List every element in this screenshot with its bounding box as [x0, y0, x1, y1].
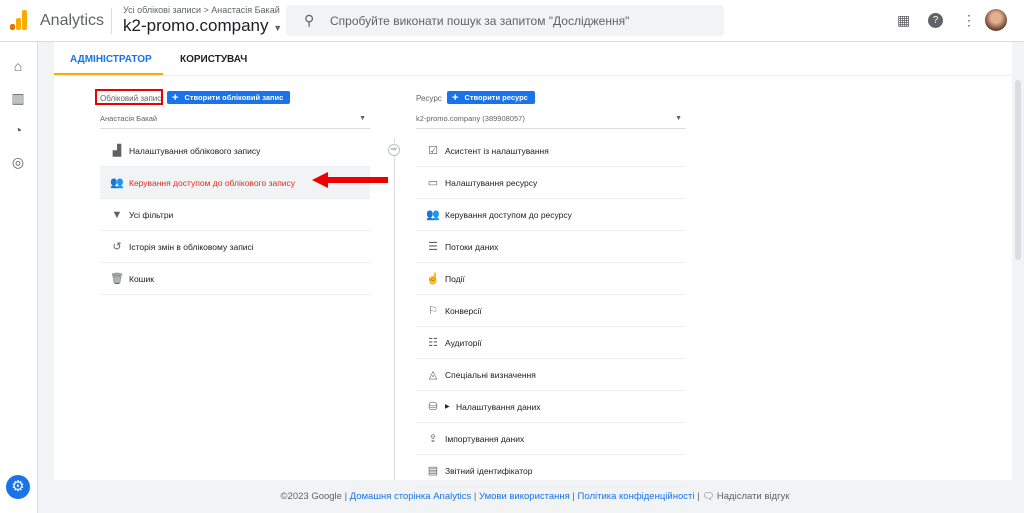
tab-user[interactable]: КОРИСТУВАЧ	[180, 54, 247, 65]
search-icon: ⚲	[304, 12, 315, 28]
people-icon: 👥	[426, 209, 440, 221]
menu-item[interactable]: ☷ Аудиторії	[416, 327, 686, 359]
explore-icon[interactable]: ◔	[10, 122, 26, 138]
menu-item-label: Асистент із налаштування	[445, 146, 549, 156]
menu-item-label: Аудиторії	[445, 338, 482, 348]
database-icon: ⛁	[428, 401, 438, 413]
menu-item-label: Кошик	[129, 274, 154, 284]
history-icon: ↺	[112, 241, 122, 253]
menu-item[interactable]: ▤ Звітний ідентифікатор	[416, 455, 686, 487]
menu-item[interactable]: ▭ Налаштування ресурсу	[416, 167, 686, 199]
expand-icon[interactable]: ▶	[445, 391, 450, 423]
menu-item[interactable]: ☰ Потоки даних	[416, 231, 686, 263]
touch-icon: ☝	[426, 273, 440, 285]
menu-item[interactable]: ⇪ Імпортування даних	[416, 423, 686, 455]
help-icon[interactable]: ?	[928, 13, 943, 28]
breadcrumb[interactable]: Усі облікові записи > Анастасія Бакай	[123, 5, 280, 15]
flag-icon: ⚐	[428, 305, 438, 317]
building-icon: ▟	[112, 145, 122, 157]
menu-item-label: Усі фільтри	[129, 210, 174, 220]
menu-item[interactable]: 🗑 Кошик	[100, 263, 370, 295]
annotation-arrow	[312, 172, 388, 188]
privacy-link[interactable]: Політика конфіденційності	[578, 491, 695, 502]
more-vert-icon[interactable]: ⋮	[962, 12, 976, 29]
create-property-label: Створити ресурс	[464, 93, 528, 102]
filter-icon: ▼	[111, 209, 123, 221]
menu-item-label: Керування доступом до облікового запису	[129, 178, 296, 188]
streams-icon: ☰	[428, 241, 438, 253]
upload-icon: ⇪	[428, 433, 438, 445]
collapse-toggle-icon[interactable]: ⇨	[388, 144, 400, 156]
scrollbar[interactable]	[1015, 80, 1021, 260]
app-name: Analytics	[40, 12, 105, 29]
create-property-button[interactable]: + Створити ресурс	[447, 91, 535, 104]
home-icon[interactable]: ⌂	[10, 58, 26, 74]
property-select[interactable]: k2-promo.company (389908057) ▼	[416, 113, 686, 129]
menu-item-label: Налаштування ресурсу	[445, 178, 538, 188]
create-account-label: Створити обліковий запис	[184, 93, 284, 102]
search-placeholder: Спробуйте виконати пошук за запитом "Дос…	[330, 14, 630, 28]
dropdown-icon: ▼	[359, 115, 366, 122]
footer: ©2023 Google | Домашня сторінка Analytic…	[280, 491, 790, 502]
caret-down-icon: ▼	[273, 23, 283, 33]
menu-item-label: Налаштування даних	[456, 402, 541, 412]
menu-item[interactable]: ⛁ ▶ Налаштування даних	[416, 391, 686, 423]
feedback-link[interactable]: Надіслати відгук	[717, 491, 790, 502]
menu-item[interactable]: ▼ Усі фільтри	[100, 199, 370, 231]
account-select[interactable]: Анастасія Бакай ▼	[100, 113, 370, 129]
property-select-value: k2-promo.company (389908057)	[416, 114, 525, 123]
id-icon: ▤	[427, 465, 439, 477]
account-select-value: Анастасія Бакай	[100, 114, 158, 123]
create-account-button[interactable]: + Створити обліковий запис	[167, 91, 291, 104]
terms-link[interactable]: Умови використання	[479, 491, 570, 502]
checkbox-icon: ☑	[428, 145, 438, 157]
menu-item[interactable]: ⚐ Конверсії	[416, 295, 686, 327]
advertising-icon[interactable]: ◎	[10, 154, 26, 170]
analytics-logo[interactable]	[10, 10, 28, 30]
menu-item[interactable]: 👥 Керування доступом до ресурсу	[416, 199, 686, 231]
menu-item-label: Історія змін в обліковому записі	[129, 242, 254, 252]
search-input[interactable]: ⚲ Спробуйте виконати пошук за запитом "До…	[286, 5, 724, 36]
menu-item[interactable]: ☑ Асистент із налаштування	[416, 135, 686, 167]
reports-icon[interactable]: ▥	[10, 90, 26, 106]
left-nav: ⌂ ▥ ◔ ◎	[0, 42, 38, 513]
trash-icon: 🗑	[110, 273, 124, 285]
home-link[interactable]: Домашня сторінка Analytics	[350, 491, 472, 502]
menu-item-label: Події	[445, 274, 465, 284]
people-icon: 👥	[110, 177, 124, 189]
apps-grid-icon[interactable]: ▦	[897, 12, 910, 29]
admin-panel: АДМІНІСТРАТОР КОРИСТУВАЧ Обліковий запис…	[54, 42, 1012, 487]
divider	[111, 8, 112, 34]
menu-item-label: Налаштування облікового запису	[129, 146, 261, 156]
tab-divider	[54, 75, 1012, 76]
menu-item-label: Звітний ідентифікатор	[445, 466, 533, 476]
menu-item-label: Керування доступом до ресурсу	[445, 210, 572, 220]
top-bar: Analytics Усі облікові записи > Анастасі…	[0, 0, 1024, 42]
avatar[interactable]	[985, 9, 1007, 31]
tab-admin[interactable]: АДМІНІСТРАТОР	[70, 54, 152, 65]
shapes-icon: ◬	[428, 369, 438, 381]
plus-icon: +	[172, 92, 179, 104]
menu-item[interactable]: ☝ Події	[416, 263, 686, 295]
menu-item-label: Імпортування даних	[445, 434, 525, 444]
menu-item[interactable]: ↺ Історія змін в обліковому записі	[100, 231, 370, 263]
feedback-icon: 🗨	[702, 491, 715, 502]
menu-item[interactable]: ◬ Спеціальні визначення	[416, 359, 686, 391]
account-name: k2-promo.company	[123, 16, 269, 35]
menu-item-label: Конверсії	[445, 306, 482, 316]
plus-icon: +	[452, 92, 459, 104]
window-icon: ▭	[427, 177, 439, 189]
account-picker[interactable]: k2-promo.company ▼	[123, 16, 282, 36]
account-heading: Обліковий запис	[100, 94, 162, 103]
copyright: ©2023 Google |	[280, 491, 348, 502]
property-heading: Ресурс	[416, 94, 442, 103]
column-divider	[394, 138, 395, 480]
audience-icon: ☷	[428, 337, 438, 349]
menu-item[interactable]: ▟ Налаштування облікового запису	[100, 135, 370, 167]
menu-item-label: Потоки даних	[445, 242, 499, 252]
menu-item-label: Спеціальні визначення	[445, 370, 536, 380]
dropdown-icon: ▼	[675, 115, 682, 122]
